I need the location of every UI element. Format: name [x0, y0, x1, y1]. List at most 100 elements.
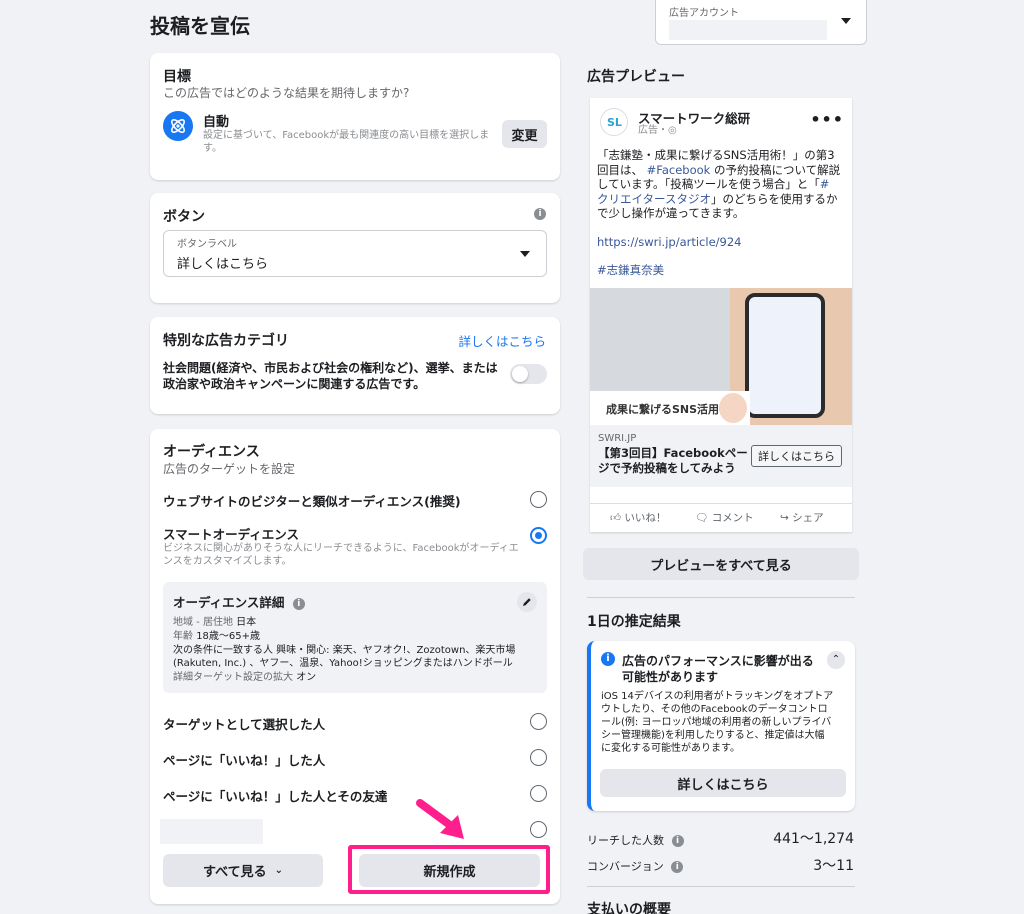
alert-learn-more-button[interactable]: 詳しくはこちら	[600, 769, 846, 797]
audience-detail-box: オーディエンス詳細 i 地域 - 居住地 日本 年齢 18歳〜65+歳 次の条件…	[163, 582, 547, 693]
special-category-toggle[interactable]	[510, 364, 547, 384]
post-body-line: 回目は、 #Facebook の予約投稿について解説	[597, 163, 847, 178]
objective-title: 目標	[163, 69, 191, 85]
see-all-audiences-button[interactable]: すべて見る ⌄	[163, 854, 323, 887]
video-thumbnail-image: 成果に繋げるSNS活用術	[590, 391, 750, 425]
hashtag-link[interactable]: クリエイタースタジオ	[597, 192, 711, 206]
image-caption: 成果に繋げるSNS活用術	[606, 403, 731, 416]
audience-option-page-likes-friends-radio[interactable]	[530, 785, 547, 802]
special-category-desc: 社会問題(経済や、市民および社会の権利など)、選挙、または政治家や政治キャンペー…	[163, 361, 498, 391]
audience-option-page-likes-friends-label: ページに「いいね！」した人とその友達	[163, 789, 388, 804]
button-label-select[interactable]: ボタンラベル 詳しくはこちら	[163, 230, 547, 277]
audience-title: オーディエンス	[163, 444, 260, 460]
link-headline-2: ジで予約投稿をしてみよう	[598, 461, 736, 475]
post-text-segment: の予約投稿について解説	[710, 162, 841, 177]
audience-option-page-likes-radio[interactable]	[530, 749, 547, 766]
link-headline-1: 【第3回目】Facebookペー	[598, 446, 748, 460]
see-all-previews-button[interactable]: プレビューをすべて見る	[583, 548, 859, 580]
audience-option-lookalike-label: ウェブサイトのビジターと類似オーディエンス(推奨)	[163, 494, 461, 509]
collapse-chevron-icon[interactable]: ⌃	[827, 651, 845, 669]
audience-option-targeted-label: ターゲットとして選択した人	[163, 717, 326, 732]
info-icon[interactable]: i	[534, 208, 546, 220]
alert-title-1: 広告のパフォーマンスに影響が出る	[622, 654, 814, 668]
info-icon[interactable]: i	[671, 835, 684, 847]
estimates-title: 1日の推定結果	[587, 614, 681, 630]
alert-title-2: 可能性があります	[622, 670, 719, 684]
detail-location-label: 地域 - 居住地	[173, 617, 233, 628]
post-body-line: で少し操作が違ってきます。	[597, 206, 745, 220]
hashtag-link[interactable]: #	[820, 177, 830, 191]
objective-auto-desc: 設定に基づいて、Facebookが最も関連度の高い目標を選択します。	[203, 130, 490, 154]
objective-question: この広告ではどのような結果を期待しますか?	[163, 86, 410, 100]
audience-detail-title: オーディエンス詳細 i	[173, 592, 305, 611]
share-icon: ↪	[780, 512, 789, 524]
ad-account-select[interactable]: 広告アカウント	[655, 0, 867, 45]
redacted-option-placeholder	[160, 819, 263, 844]
audience-option-page-likes-label: ページに「いいね！」した人	[163, 753, 326, 768]
audience-option-smart-radio[interactable]	[530, 527, 547, 544]
cta-button[interactable]: 詳しくはこちら	[751, 445, 842, 467]
svg-text:SL: SL	[607, 116, 622, 129]
ad-account-value	[669, 20, 827, 40]
info-circle-icon: i	[601, 652, 615, 666]
comment-label: コメント	[711, 512, 754, 524]
audience-detail-interests-2: (Rakuten, Inc.) 、ヤフー、温泉、Yahoo!ショッピングまたはハ…	[173, 658, 513, 669]
link-domain: SWRI.JP	[598, 433, 637, 444]
change-objective-button[interactable]: 変更	[502, 120, 547, 148]
share-action[interactable]: ↪ シェア	[780, 510, 824, 525]
presenter-photo	[719, 393, 747, 423]
audience-option-hidden-radio[interactable]	[530, 821, 547, 838]
atom-icon	[163, 111, 193, 141]
info-icon[interactable]: i	[292, 597, 305, 610]
alert-body-line: ール(例: ヨーロッパ地域の利用者の新しいプライバ	[601, 717, 832, 728]
audience-option-smart-desc: ビジネスに関心がありそうな人にリーチできるように、Facebookがオーディエン…	[163, 543, 519, 567]
hashtag-link[interactable]: #志鎌真奈美	[597, 263, 847, 278]
button-label-field-value: 詳しくはこちら	[177, 257, 269, 272]
link-preview[interactable]: SWRI.JP 【第3回目】Facebookペー ジで予約投稿をしてみよう 詳し…	[590, 425, 852, 487]
reach-label: リーチした人数 i	[587, 832, 684, 848]
audience-detail-expansion: 詳細ターゲット設定の拡大 オン	[173, 671, 316, 684]
special-category-learn-more-link[interactable]: 詳しくはこちら	[458, 331, 546, 350]
conversion-label: コンバージョン i	[587, 858, 684, 874]
audience-detail-interests-1: 次の条件に一致する人 興味・関心: 楽天、ヤフオク!、Zozotown、楽天市場	[173, 645, 516, 656]
audience-detail-title-text: オーディエンス詳細	[173, 595, 285, 610]
post-body-line: しています。「投稿ツールを使う場合」と「#	[597, 177, 847, 192]
button-label-field-label: ボタンラベル	[177, 239, 237, 250]
phone-screen-image	[745, 293, 825, 418]
edit-pencil-icon[interactable]	[517, 592, 537, 612]
button-section-title: ボタン	[163, 209, 205, 225]
objective-auto-label: 自動	[203, 115, 230, 130]
audience-option-targeted-radio[interactable]	[530, 713, 547, 730]
detail-age-label: 年齢	[173, 631, 193, 642]
page-title: 投稿を宣伝	[150, 14, 250, 38]
see-all-label: すべて見る	[203, 865, 267, 880]
annotation-arrow-icon	[416, 799, 464, 839]
chevron-down-icon	[841, 18, 851, 24]
like-label: いいね！	[624, 512, 667, 524]
audience-detail-location: 地域 - 居住地 日本	[173, 616, 256, 629]
more-options-icon[interactable]: •••	[810, 110, 844, 129]
share-label: シェア	[792, 512, 824, 524]
like-action[interactable]: 👍︎ いいね！	[610, 510, 666, 525]
alert-body: iOS 14デバイスの利用者がトラッキングをオプトア ウトしたり、その他のFac…	[601, 690, 851, 755]
alert-body-line: iOS 14デバイスの利用者がトラッキングをオプトア	[601, 691, 834, 702]
audience-detail-age: 年齢 18歳〜65+歳	[173, 630, 260, 643]
objective-card: 目標 この広告ではどのような結果を期待しますか? 自動 設定に基づいて、Face…	[150, 53, 560, 180]
info-icon[interactable]: i	[671, 861, 684, 873]
conversion-label-text: コンバージョン	[587, 860, 664, 873]
divider	[587, 597, 855, 598]
conversion-value: 3〜11	[813, 858, 854, 874]
alert-body-line: に変化する可能性があります。	[601, 743, 740, 754]
button-card: ボタン i ボタンラベル 詳しくはこちら	[150, 193, 560, 303]
post-text-segment: 」のどちらを使用するか	[710, 191, 838, 206]
hashtag-link[interactable]: #Facebook	[647, 163, 711, 177]
audience-option-lookalike-radio[interactable]	[530, 491, 547, 508]
post-body: 「志鎌塾・成果に繋げるSNS活用術！」の第3 回目は、 #Facebook の予…	[597, 148, 847, 278]
alert-body-line: ウトしたり、その他のFacebookのデータコントロ	[601, 704, 828, 715]
post-image[interactable]: 成果に繋げるSNS活用術	[590, 288, 852, 425]
create-new-audience-button[interactable]: 新規作成	[359, 854, 540, 887]
reach-label-text: リーチした人数	[587, 834, 664, 847]
post-body-line: 「志鎌塾・成果に繋げるSNS活用術！」の第3	[597, 148, 835, 162]
post-link-url[interactable]: https://swri.jp/article/924	[597, 235, 847, 250]
comment-action[interactable]: 🗨︎ コメント	[695, 510, 754, 525]
